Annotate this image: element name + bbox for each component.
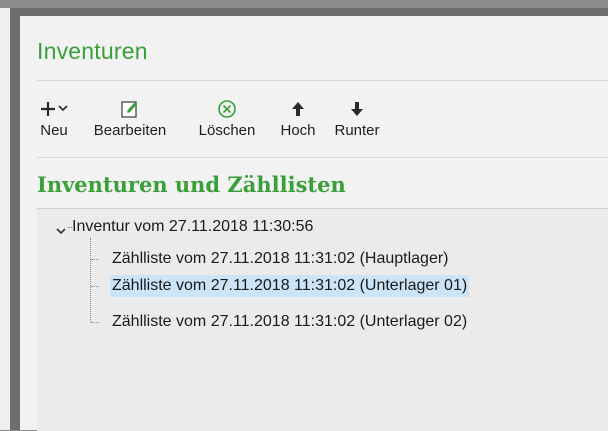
edit-icon [78, 96, 182, 122]
title-divider [37, 80, 608, 81]
edit-button[interactable]: Bearbeiten [78, 96, 182, 154]
tree-connector [68, 227, 74, 228]
arrow-up-icon [274, 96, 322, 122]
tree-root-item[interactable]: Inventur vom 27.11.2018 11:30:56 [56, 216, 313, 238]
tree-child-item[interactable]: Zählliste vom 27.11.2018 11:31:02 (Haupt… [112, 248, 449, 270]
tree-child-label: Zählliste vom 27.11.2018 11:31:02 (Haupt… [112, 250, 449, 267]
tree-child-label: Zählliste vom 27.11.2018 11:31:02 (Unter… [112, 313, 468, 330]
page-title: Inventuren [37, 38, 148, 64]
window-top-border [0, 0, 608, 8]
delete-button[interactable]: Löschen [186, 96, 268, 154]
edit-button-label: Bearbeiten [93, 122, 167, 139]
new-button-label: Neu [40, 122, 68, 139]
delete-circle-x-icon [186, 96, 268, 122]
tree-connector [91, 259, 99, 260]
tree-connector [91, 286, 99, 287]
tree-branch-line [90, 238, 91, 322]
delete-button-label: Löschen [198, 122, 256, 139]
tree-child-label: Zählliste vom 27.11.2018 11:31:02 (Unter… [110, 275, 470, 297]
new-button[interactable]: Neu [36, 96, 72, 154]
tree-root-label: Inventur vom 27.11.2018 11:30:56 [72, 218, 314, 235]
tree-child-item-selected[interactable]: Zählliste vom 27.11.2018 11:31:02 (Unter… [110, 275, 470, 297]
tree-child-item[interactable]: Zählliste vom 27.11.2018 11:31:02 (Unter… [112, 311, 467, 333]
section-divider [37, 157, 608, 158]
plus-dropdown-icon [36, 96, 72, 122]
section-title: Inventuren und Zähllisten [37, 172, 346, 197]
move-up-button-label: Hoch [280, 122, 316, 139]
chevron-down-icon[interactable] [56, 221, 68, 235]
tree-connector [91, 322, 99, 323]
move-down-button-label: Runter [334, 122, 380, 139]
left-edge-strip [0, 8, 10, 430]
arrow-down-icon [326, 96, 388, 122]
move-up-button[interactable]: Hoch [274, 96, 322, 154]
move-down-button[interactable]: Runter [326, 96, 388, 154]
